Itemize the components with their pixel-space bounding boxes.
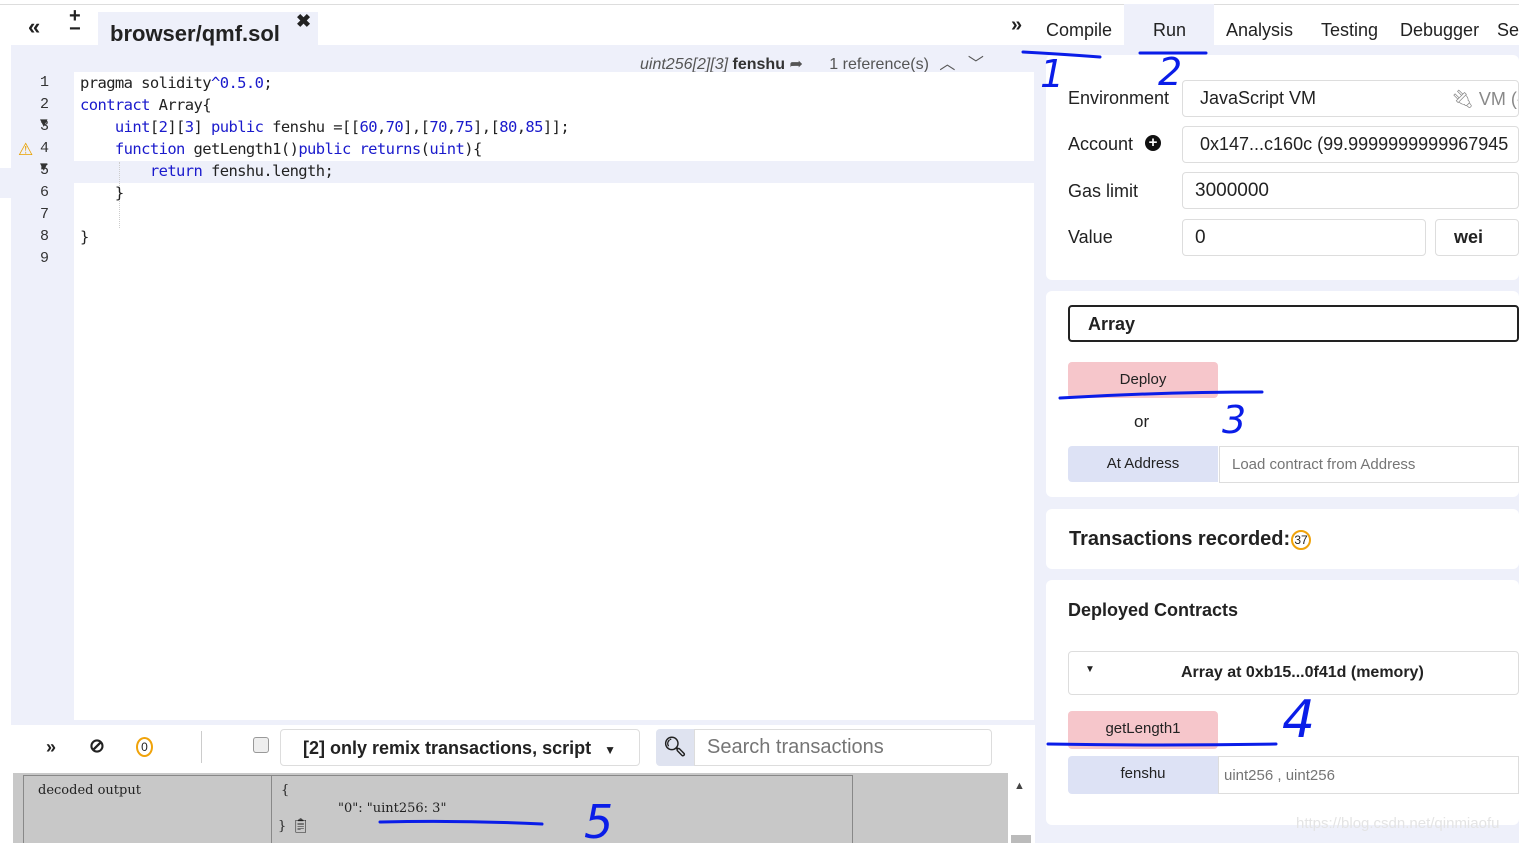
annotation-5: 5 — [584, 795, 614, 849]
underline-output — [378, 819, 544, 826]
annotation-2: 2 — [1158, 50, 1183, 94]
annotation-4: 4 — [1282, 690, 1316, 750]
underline-getlength1 — [1046, 742, 1278, 747]
annotation-3: 3 — [1222, 398, 1247, 442]
annotation-1: 1 — [1040, 52, 1065, 96]
